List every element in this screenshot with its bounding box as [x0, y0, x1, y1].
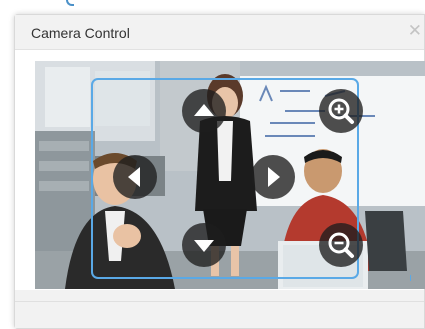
- dialog-content: [15, 50, 425, 290]
- dialog-footer: [15, 301, 424, 328]
- close-button[interactable]: ✕: [408, 21, 422, 41]
- zoom-out-button[interactable]: [319, 223, 363, 267]
- pan-left-button[interactable]: [113, 155, 157, 199]
- triangle-left-icon: [128, 167, 140, 187]
- dialog-titlebar: Camera Control ✕: [15, 15, 424, 50]
- camera-video-feed[interactable]: [35, 61, 425, 289]
- pan-up-button[interactable]: [182, 89, 226, 133]
- zoom-in-icon: [328, 98, 354, 124]
- zoom-in-button[interactable]: [319, 89, 363, 133]
- dialog-title: Camera Control: [31, 25, 130, 41]
- frame-edge-line: [410, 275, 411, 281]
- zoom-out-icon: [328, 232, 354, 258]
- pan-down-button[interactable]: [182, 223, 226, 267]
- top-edge-mark: [66, 0, 74, 6]
- page-top-strip: [0, 0, 425, 14]
- triangle-right-icon: [268, 167, 280, 187]
- camera-control-dialog: Camera Control ✕: [14, 14, 425, 329]
- triangle-up-icon: [194, 104, 214, 116]
- pan-right-button[interactable]: [251, 155, 295, 199]
- triangle-down-icon: [194, 240, 214, 252]
